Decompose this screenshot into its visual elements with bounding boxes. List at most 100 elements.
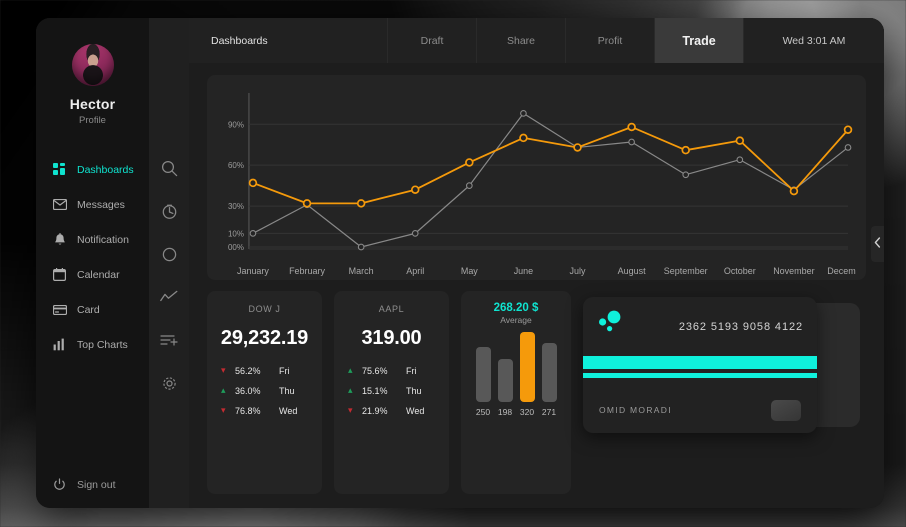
credit-card-holder: OMID MORADI bbox=[599, 405, 672, 415]
table-row: ▾ 56.2% Fri bbox=[221, 365, 308, 376]
sidebar-item-notification[interactable]: Notification bbox=[36, 222, 149, 257]
sidebar-item-messages[interactable]: Messages bbox=[36, 187, 149, 222]
sidebar-nav: Dashboards Messages Notification Calenda… bbox=[36, 152, 149, 362]
main-area: Dashboards Draft Share Profit Trade Wed … bbox=[189, 18, 884, 508]
table-row: ▾ 21.9% Wed bbox=[348, 405, 435, 416]
avatar[interactable] bbox=[71, 44, 114, 86]
gear-icon[interactable] bbox=[159, 373, 179, 393]
sidebar-item-label: Notification bbox=[77, 233, 129, 246]
average-bar-label: 320 bbox=[519, 407, 535, 417]
arrow-up-icon: ▴ bbox=[348, 385, 353, 395]
tab-trade[interactable]: Trade bbox=[655, 18, 744, 63]
table-row: ▴ 36.0% Thu bbox=[221, 385, 308, 396]
stat-value: 319.00 bbox=[361, 327, 422, 349]
credit-card-number: 2362 5193 9058 4122 bbox=[678, 321, 803, 333]
profile-subtitle: Profile bbox=[79, 115, 106, 126]
sidebar-item-label: Dashboards bbox=[77, 163, 134, 176]
average-bar-column: 320 bbox=[519, 332, 535, 417]
stat-symbol: AAPL bbox=[378, 304, 405, 314]
line-chart-card: 90% 60% 30% 10% 00% January February March Apri… bbox=[207, 75, 866, 280]
average-bar-column: 271 bbox=[541, 343, 557, 417]
stat-percent: 15.1% bbox=[362, 385, 388, 396]
stat-rows: ▴ 75.6% Fri ▴ 15.1% Thu ▾ 21.9% Wed bbox=[334, 365, 449, 416]
circle-icon[interactable] bbox=[159, 244, 179, 264]
average-bar-label: 271 bbox=[541, 407, 557, 417]
stat-card-dowj: DOW J 29,232.19 ▾ 56.2% Fri ▴ 36.0% Thu bbox=[207, 291, 322, 494]
sidebar-item-label: Calendar bbox=[77, 268, 120, 281]
calendar-icon bbox=[52, 267, 67, 282]
sidebar-item-label: Messages bbox=[77, 198, 125, 211]
credit-card-icon bbox=[52, 302, 67, 317]
stat-rows: ▾ 56.2% Fri ▴ 36.0% Thu ▾ 76.8% Wed bbox=[207, 365, 322, 416]
chevron-left-icon bbox=[874, 235, 881, 253]
average-bar-chart: 250 198 320 271 bbox=[475, 331, 557, 417]
average-bar-label: 198 bbox=[497, 407, 513, 417]
svg-text:April: April bbox=[406, 266, 424, 276]
grid-icon bbox=[52, 162, 67, 177]
sidebar-item-card[interactable]: Card bbox=[36, 292, 149, 327]
stat-day: Wed bbox=[279, 405, 298, 416]
svg-text:July: July bbox=[570, 266, 586, 276]
average-bar-column: 198 bbox=[497, 359, 513, 417]
sidebar-item-top-charts[interactable]: Top Charts bbox=[36, 327, 149, 362]
profile-name: Hector bbox=[69, 96, 116, 112]
dots-logo-icon bbox=[597, 310, 627, 339]
line-chart[interactable]: 90% 60% 30% 10% 00% bbox=[217, 83, 856, 263]
svg-text:January: January bbox=[237, 266, 269, 276]
app-window: Hector Profile Dashboards Messages Notif… bbox=[36, 18, 884, 508]
svg-text:November: November bbox=[773, 266, 814, 276]
svg-text:May: May bbox=[461, 266, 478, 276]
tab-draft[interactable]: Draft bbox=[388, 18, 477, 63]
svg-text:September: September bbox=[664, 266, 708, 276]
credit-card[interactable]: 2362 5193 9058 4122 OMID MORADI bbox=[583, 297, 817, 433]
collapse-panel-button[interactable] bbox=[871, 226, 884, 262]
tab-share[interactable]: Share bbox=[477, 18, 566, 63]
stat-percent: 56.2% bbox=[235, 365, 261, 376]
bell-icon bbox=[52, 232, 67, 247]
sidebar-item-calendar[interactable]: Calendar bbox=[36, 257, 149, 292]
average-bar-label: 250 bbox=[475, 407, 491, 417]
credit-card-stripe-top bbox=[583, 356, 817, 369]
sidebar-item-label: Top Charts bbox=[77, 338, 128, 351]
power-icon bbox=[52, 477, 67, 492]
line-chart-icon[interactable] bbox=[159, 287, 179, 307]
stat-day: Fri bbox=[279, 365, 290, 376]
arrow-down-icon: ▾ bbox=[221, 365, 226, 375]
table-row: ▾ 76.8% Wed bbox=[221, 405, 308, 416]
average-bar bbox=[497, 359, 513, 402]
arrow-down-icon: ▾ bbox=[221, 405, 226, 415]
svg-text:March: March bbox=[349, 266, 374, 276]
stat-day: Thu bbox=[279, 385, 295, 396]
search-icon[interactable] bbox=[159, 158, 179, 178]
average-bar bbox=[475, 347, 491, 402]
average-bar-column: 250 bbox=[475, 347, 491, 417]
tab-profit[interactable]: Profit bbox=[566, 18, 655, 63]
average-bar bbox=[541, 343, 557, 402]
stat-percent: 76.8% bbox=[235, 405, 261, 416]
stat-value: 29,232.19 bbox=[220, 327, 309, 349]
svg-text:10%: 10% bbox=[228, 229, 244, 238]
average-card: 268.20 $ Average 250 198 320 271 bbox=[461, 291, 571, 494]
stat-day: Wed bbox=[406, 405, 425, 416]
stat-symbol: DOW J bbox=[248, 304, 281, 314]
svg-text:June: June bbox=[514, 266, 533, 276]
filter-plus-icon[interactable] bbox=[159, 330, 179, 350]
average-label: Average bbox=[500, 315, 532, 325]
svg-text:00%: 00% bbox=[228, 243, 244, 252]
table-row: ▴ 15.1% Thu bbox=[348, 385, 435, 396]
sidebar-item-label: Card bbox=[77, 303, 100, 316]
tab-bar: Dashboards Draft Share Profit Trade Wed … bbox=[189, 18, 884, 63]
stat-percent: 36.0% bbox=[235, 385, 261, 396]
line-chart-xaxis: January February March April May June July Augu… bbox=[237, 266, 856, 276]
bottom-row: DOW J 29,232.19 ▾ 56.2% Fri ▴ 36.0% Thu bbox=[207, 291, 866, 494]
stat-card-aapl: AAPL 319.00 ▴ 75.6% Fri ▴ 15.1% Thu ▾ 21… bbox=[334, 291, 449, 494]
sign-out-button[interactable]: Sign out bbox=[52, 477, 116, 492]
average-bar bbox=[519, 332, 535, 402]
credit-card-stripe-bottom bbox=[583, 373, 817, 378]
arrow-down-icon: ▾ bbox=[348, 405, 353, 415]
stopwatch-icon[interactable] bbox=[159, 201, 179, 221]
sidebar-item-dashboards[interactable]: Dashboards bbox=[36, 152, 149, 187]
svg-text:October: October bbox=[724, 266, 756, 276]
credit-card-chip bbox=[771, 400, 801, 421]
arrow-up-icon: ▴ bbox=[348, 365, 353, 375]
